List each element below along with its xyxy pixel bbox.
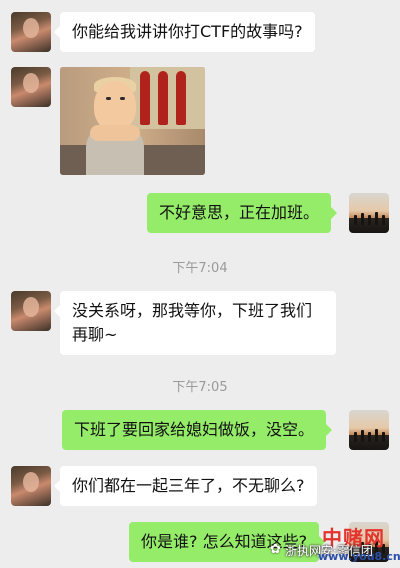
message-timestamp: 下午7:04: [172, 261, 228, 276]
contact-avatar[interactable]: [11, 466, 51, 506]
message-text: 你们都在一起三年了，不无聊么?: [72, 476, 305, 495]
wechat-icon: ✿: [270, 542, 281, 557]
contact-avatar[interactable]: [11, 12, 51, 52]
message-text: 你是谁? 怎么知道这些?: [141, 532, 308, 551]
message-bubble-outgoing[interactable]: 不好意思，正在加班。: [147, 193, 338, 233]
message-bubble-incoming[interactable]: 你能给我讲讲你打CTF的故事吗?: [54, 12, 315, 52]
contact-avatar[interactable]: [11, 67, 51, 107]
user-avatar[interactable]: [349, 410, 389, 450]
message-bubble-incoming[interactable]: 你们都在一起三年了，不无聊么?: [54, 466, 317, 506]
message-text: 下班了要回家给媳妇做饭，没空。: [74, 420, 315, 439]
watermark-url: www.you8.cn: [318, 550, 400, 563]
message-bubble-outgoing[interactable]: 下班了要回家给媳妇做饭，没空。: [62, 410, 333, 450]
image-message[interactable]: [60, 67, 205, 175]
message-bubble-incoming[interactable]: 没关系呀，那我等你，下班了我们 再聊~: [54, 291, 336, 355]
user-avatar[interactable]: [349, 193, 389, 233]
message-timestamp: 下午7:05: [172, 380, 228, 395]
contact-avatar[interactable]: [11, 291, 51, 331]
message-text: 不好意思，正在加班。: [159, 203, 320, 222]
message-text: 你能给我讲讲你打CTF的故事吗?: [72, 22, 303, 41]
message-text-line-2: 再聊~: [72, 325, 118, 344]
message-text-line-1: 没关系呀，那我等你，下班了我们: [72, 301, 313, 320]
